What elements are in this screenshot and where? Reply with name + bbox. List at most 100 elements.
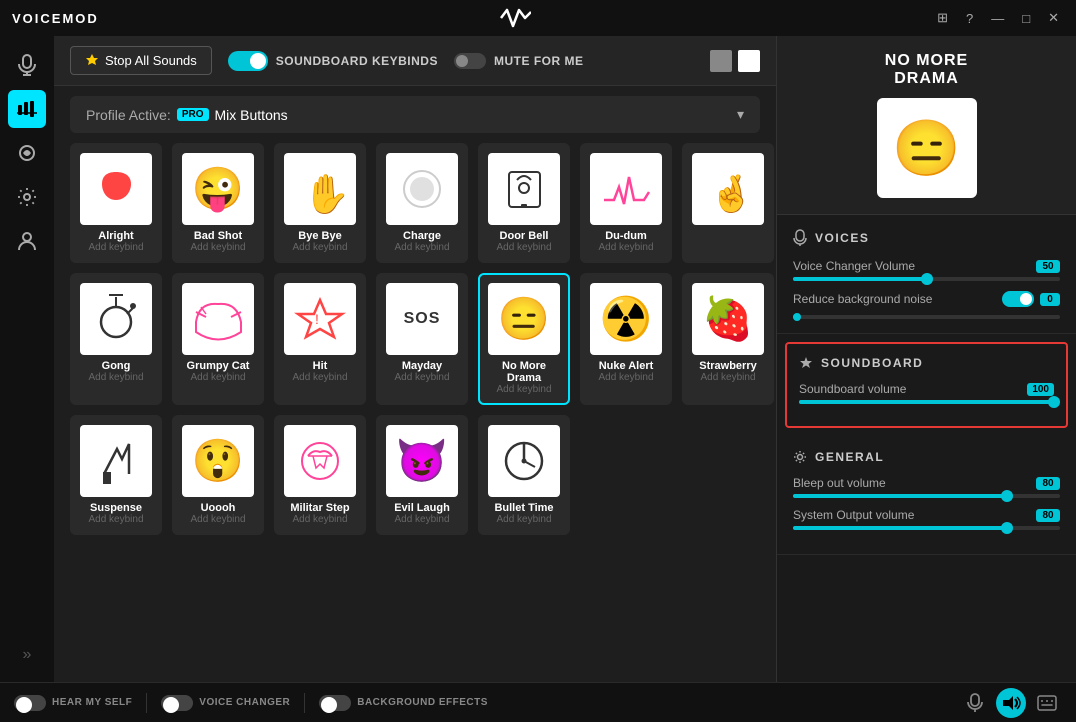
soundboard-volume-slider[interactable] [799, 400, 1054, 404]
sidebar-item-settings[interactable] [8, 178, 46, 216]
svg-text:✋: ✋ [303, 172, 348, 216]
sound-card-img-militar-step [284, 425, 356, 497]
voice-changer-volume-thumb [921, 273, 933, 285]
sidebar-item-microphone[interactable] [8, 46, 46, 84]
sound-card-name-hit: Hit [313, 360, 328, 372]
background-effects-toggle[interactable] [319, 695, 351, 711]
sound-card-keybind-evil-laugh: Add keybind [394, 514, 449, 525]
sound-card-grumpy-cat[interactable]: Grumpy Cat Add keybind [172, 273, 264, 405]
sound-card-keybind-strawberry: Add keybind [700, 372, 755, 383]
sound-card-img-charge [386, 153, 458, 225]
maximize-icon[interactable]: □ [1017, 9, 1035, 28]
soundboard-keybinds-toggle[interactable] [228, 51, 268, 71]
sound-card-charge[interactable]: Charge Add keybind [376, 143, 468, 263]
bleep-volume-slider[interactable] [793, 494, 1060, 498]
sidebar: » [0, 36, 54, 682]
sound-card-suspense[interactable]: Suspense Add keybind [70, 415, 162, 535]
sound-card-img-du-dum [590, 153, 662, 225]
stop-all-sounds-button[interactable]: Stop All Sounds [70, 46, 212, 75]
sound-card-bye-bye[interactable]: ✋ Bye Bye Add keybind [274, 143, 366, 263]
featured-img: 😑 [877, 98, 977, 198]
sidebar-item-user[interactable] [8, 222, 46, 260]
sidebar-expand[interactable]: » [15, 638, 40, 672]
sound-card-img-uoooh: 😲 [182, 425, 254, 497]
sound-card-mayday[interactable]: SOS Mayday Add keybind [376, 273, 468, 405]
sound-card-img-mayday: SOS [386, 283, 458, 355]
sound-card-evil-laugh[interactable]: 😈 Evil Laugh Add keybind [376, 415, 468, 535]
sound-card-extra1[interactable]: 🤞 [682, 143, 774, 263]
volume-bottom-icon[interactable] [996, 688, 1026, 718]
sound-card-strawberry[interactable]: 🍓 Strawberry Add keybind [682, 273, 774, 405]
mic-bottom-icon[interactable] [960, 688, 990, 718]
color-box-gray[interactable] [710, 50, 732, 72]
reduce-bg-noise-thumb [793, 313, 801, 321]
color-box-white[interactable] [738, 50, 760, 72]
sound-card-bad-shot[interactable]: 😜 Bad Shot Add keybind [172, 143, 264, 263]
close-icon[interactable]: ✕ [1043, 8, 1064, 28]
sound-card-alright[interactable]: Alright Add keybind [70, 143, 162, 263]
sound-card-img-bye-bye: ✋ [284, 153, 356, 225]
sound-card-du-dum[interactable]: Du-dum Add keybind [580, 143, 672, 263]
sound-card-img-evil-laugh: 😈 [386, 425, 458, 497]
sound-card-img-extra1: 🤞 [692, 153, 764, 225]
sound-card-name-door-bell: Door Bell [500, 230, 549, 242]
sidebar-item-soundboard[interactable] [8, 90, 46, 128]
sound-card-img-door-bell [488, 153, 560, 225]
system-output-volume-value: 80 [1036, 509, 1060, 522]
hear-myself-toggle[interactable] [14, 695, 46, 711]
bleep-volume-value: 80 [1036, 477, 1060, 490]
voice-changer-label: VOICE CHANGER [199, 697, 290, 708]
soundboard-volume-label: Soundboard volume [799, 382, 906, 396]
sound-card-door-bell[interactable]: Door Bell Add keybind [478, 143, 570, 263]
sound-card-name-gong: Gong [102, 360, 131, 372]
reduce-bg-noise-slider[interactable] [793, 315, 1060, 319]
mute-for-me-toggle[interactable] [454, 53, 486, 69]
sound-card-hit[interactable]: ! Hit Add keybind [274, 273, 366, 405]
sound-card-name-strawberry: Strawberry [699, 360, 756, 372]
voice-changer-toggle[interactable] [161, 695, 193, 711]
sound-card-uoooh[interactable]: 😲 Uoooh Add keybind [172, 415, 264, 535]
sound-card-keybind-suspense: Add keybind [88, 514, 143, 525]
keyboard-bottom-icon[interactable] [1032, 688, 1062, 718]
sound-card-keybind-door-bell: Add keybind [496, 242, 551, 253]
sound-card-keybind-hit: Add keybind [292, 372, 347, 383]
sound-card-name-evil-laugh: Evil Laugh [394, 502, 450, 514]
sound-card-bullet-time[interactable]: Bullet Time Add keybind [478, 415, 570, 535]
profile-active-label: Profile Active: [86, 107, 171, 123]
sound-card-img-nuke-alert: ☢️ [590, 283, 662, 355]
system-output-volume-slider[interactable] [793, 526, 1060, 530]
sound-card-militar-step[interactable]: Militar Step Add keybind [274, 415, 366, 535]
sound-card-gong[interactable]: Gong Add keybind [70, 273, 162, 405]
app-logo: VOICEMOD [12, 11, 99, 26]
background-effects-group: BACKGROUND EFFECTS [319, 695, 488, 711]
sound-card-img-strawberry: 🍓 [692, 283, 764, 355]
voice-changer-volume-label: Voice Changer Volume [793, 259, 915, 273]
sound-card-nuke-alert[interactable]: ☢️ Nuke Alert Add keybind [580, 273, 672, 405]
monitor-icon[interactable]: ⊞ [932, 8, 953, 28]
sound-card-keybind-bye-bye: Add keybind [292, 242, 347, 253]
featured-card: NO MOREDRAMA 😑 [777, 36, 1076, 215]
sound-card-no-more-drama[interactable]: 😑 No More Drama Add keybind [478, 273, 570, 405]
sound-card-name-bad-shot: Bad Shot [194, 230, 242, 242]
voice-changer-volume-slider[interactable] [793, 277, 1060, 281]
profile-bar[interactable]: Profile Active: PRO Mix Buttons ▾ [70, 96, 760, 133]
sound-card-keybind-gong: Add keybind [88, 372, 143, 383]
general-title-text: GENERAL [815, 450, 884, 464]
app-logo-center [499, 8, 531, 28]
sound-card-name-du-dum: Du-dum [605, 230, 647, 242]
mute-for-me-toggle-group: MUTE FOR ME [454, 53, 584, 69]
profile-dropdown-icon: ▾ [737, 106, 744, 123]
featured-title: NO MOREDRAMA [885, 52, 968, 88]
sound-card-name-grumpy-cat: Grumpy Cat [187, 360, 250, 372]
sound-card-img-bad-shot: 😜 [182, 153, 254, 225]
minimize-icon[interactable]: — [986, 9, 1009, 28]
question-icon[interactable]: ? [961, 9, 978, 28]
voice-changer-group: VOICE CHANGER [161, 695, 290, 711]
reduce-bg-noise-toggle[interactable] [1002, 291, 1034, 307]
sound-card-name-bye-bye: Bye Bye [298, 230, 341, 242]
sidebar-item-effects[interactable] [8, 134, 46, 172]
soundboard-keybinds-label: SOUNDBOARD KEYBINDS [276, 54, 438, 68]
general-section-title: GENERAL [793, 450, 1060, 464]
sound-card-keybind-nuke-alert: Add keybind [598, 372, 653, 383]
reduce-bg-noise-value: 0 [1040, 293, 1060, 306]
